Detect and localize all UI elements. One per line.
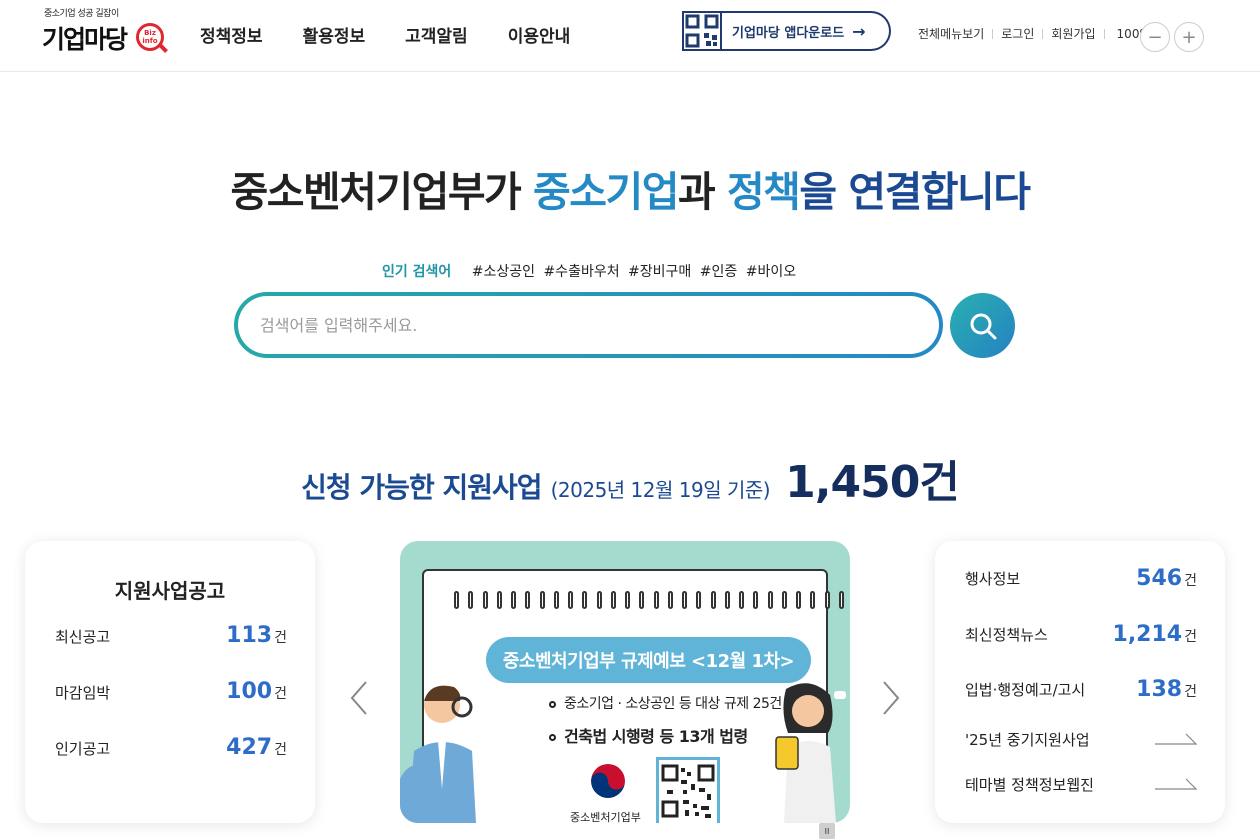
login-link[interactable]: 로그인	[1001, 25, 1034, 42]
policy-news-row[interactable]: 최신정책뉴스 1,214 건	[965, 619, 1197, 649]
banner-line-text: 중소기업 · 소상공인 등 대상 규제 25건	[564, 696, 782, 712]
nav-customer-notice[interactable]: 고객알림	[405, 22, 468, 47]
event-info-row[interactable]: 행사정보 546 건	[965, 563, 1197, 593]
chevron-left-icon[interactable]	[348, 680, 372, 716]
popular-keywords-label: 인기 검색어	[382, 264, 452, 280]
info-links-card: 행사정보 546 건 최신정책뉴스 1,214 건 입법·행정예고/고시 138 건 …	[935, 541, 1225, 823]
banner-line: 중소기업 · 소상공인 등 대상 규제 25건	[549, 693, 782, 713]
ministry-name: 중소벤처기업부	[570, 811, 641, 823]
magnifier-handle	[158, 43, 168, 53]
keyword-tag[interactable]: #소상공인	[472, 264, 535, 280]
divider	[992, 28, 994, 39]
count-date: (2025년 12월 19일 기준)	[550, 478, 771, 502]
signup-link[interactable]: 회원가입	[1051, 25, 1095, 42]
stat-unit: 건	[274, 630, 287, 646]
app-download-label: 기업마당 앱다운로드	[732, 25, 845, 41]
support-program-card: 지원사업공고 최신공고 113 건 마감임박 100 건 인기공고 427 건	[25, 541, 315, 823]
hero-title-part: 중소벤처기업부가	[230, 168, 534, 216]
keyword-tag[interactable]: #장비구매	[628, 264, 691, 280]
stat-unit: 건	[274, 686, 287, 702]
row-unit: 건	[1184, 572, 1197, 589]
row-label: 행사정보	[965, 569, 1021, 588]
search-box	[234, 292, 943, 358]
stat-label: 인기공고	[55, 740, 111, 758]
logo-text: 기업마당	[42, 25, 128, 54]
hero-title: 중소벤처기업부가 중소기업과 정책을 연결합니다	[0, 158, 1260, 218]
count-number: 1,450건	[785, 457, 960, 508]
hero-title-part: 을 연결합니다	[799, 168, 1031, 216]
search-input[interactable]	[238, 296, 939, 354]
app-download-button[interactable]: 기업마당 앱다운로드 →	[718, 11, 891, 51]
row-unit: 건	[1184, 628, 1197, 645]
spiral-binding	[454, 591, 844, 613]
nav-usage-info[interactable]: 활용정보	[303, 22, 366, 47]
qr-code-icon	[656, 757, 720, 823]
zoom-in-button[interactable]: +	[1174, 22, 1204, 52]
qr-code-icon[interactable]	[682, 11, 722, 51]
logo-badge-text: Biz info	[142, 29, 158, 45]
stat-value: 100	[226, 679, 273, 704]
long-arrow-icon	[1155, 778, 1197, 790]
legislation-notice-row[interactable]: 입법·행정예고/고시 138 건	[965, 674, 1197, 704]
promo-banner[interactable]: 중소벤처기업부 규제예보 <12월 1차> 중소기업 · 소상공인 등 대상 규…	[400, 541, 850, 823]
stat-label: 최신공고	[55, 628, 111, 646]
woman-with-tablet-illustration	[775, 683, 846, 823]
site-header: 중소기업 성공 길잡이 기업마당 Biz info 정책정보 활용정보 고객알림…	[0, 0, 1260, 72]
all-menu-link[interactable]: 전체메뉴보기	[918, 25, 984, 42]
row-label: 최신정책뉴스	[965, 625, 1048, 644]
logo-tagline: 중소기업 성공 길잡이	[44, 9, 119, 19]
row-label: 테마별 정책정보웹진	[965, 775, 1094, 794]
row-label: '25년 중기지원사업	[965, 730, 1090, 749]
stat-value: 427	[226, 735, 273, 760]
stat-popular[interactable]: 인기공고 427 건	[55, 735, 287, 765]
nav-policy-info[interactable]: 정책정보	[200, 22, 263, 47]
keyword-tag[interactable]: #수출바우처	[543, 264, 619, 280]
sme-support-program-row[interactable]: '25년 중기지원사업	[965, 724, 1197, 754]
popular-keywords: 인기 검색어 #소상공인 #수출바우처 #장비구매 #인증 #바이오	[382, 261, 800, 281]
main-nav: 정책정보 활용정보 고객알림 이용안내	[200, 22, 610, 47]
row-value: 138	[1136, 676, 1183, 702]
bullet-icon	[549, 734, 556, 741]
stat-latest[interactable]: 최신공고 113 건	[55, 623, 287, 653]
row-value: 1,214	[1112, 621, 1183, 647]
arrow-right-icon: →	[852, 21, 866, 41]
keyword-tag[interactable]: #인증	[700, 264, 738, 280]
banner-line: 건축법 시행령 등 13개 법령	[549, 723, 748, 747]
stat-closing-soon[interactable]: 마감임박 100 건	[55, 679, 287, 709]
hero-title-highlight: 정책	[726, 168, 801, 216]
card-title: 지원사업공고	[114, 579, 226, 603]
stat-label: 마감임박	[55, 684, 111, 702]
banner-title: 중소벤처기업부 규제예보 <12월 1차>	[486, 637, 811, 683]
man-with-magnifier-illustration	[400, 685, 476, 823]
zoom-out-button[interactable]: −	[1140, 22, 1170, 52]
search-icon	[970, 313, 996, 339]
stat-unit: 건	[274, 742, 287, 758]
row-label: 입법·행정예고/고시	[965, 680, 1086, 699]
stat-value: 113	[226, 623, 273, 648]
government-emblem-icon	[591, 764, 625, 798]
chevron-right-icon[interactable]	[878, 680, 902, 716]
available-programs-count: 신청 가능한 지원사업 (2025년 12월 19일 기준) 1,450건	[0, 446, 1260, 510]
row-value: 546	[1136, 565, 1183, 591]
nav-guide[interactable]: 이용안내	[508, 22, 571, 47]
divider	[1103, 28, 1105, 39]
utility-links: 전체메뉴보기 로그인 회원가입 100%	[918, 25, 1151, 42]
site-logo[interactable]: 중소기업 성공 길잡이 기업마당 Biz info	[40, 6, 170, 62]
count-label: 신청 가능한 지원사업	[301, 471, 542, 504]
bullet-icon	[549, 700, 556, 708]
search-button[interactable]	[950, 293, 1015, 358]
banner-line-text: 건축법 시행령 등 13개 법령	[564, 727, 748, 746]
hero-title-highlight: 중소기업	[533, 168, 679, 216]
divider	[1042, 28, 1044, 39]
policy-webzine-row[interactable]: 테마별 정책정보웹진	[965, 769, 1197, 799]
keyword-tag[interactable]: #바이오	[746, 264, 796, 280]
pause-button[interactable]: II	[819, 823, 835, 839]
row-unit: 건	[1184, 683, 1197, 700]
hero-title-part: 과	[677, 168, 727, 216]
long-arrow-icon	[1155, 733, 1197, 745]
